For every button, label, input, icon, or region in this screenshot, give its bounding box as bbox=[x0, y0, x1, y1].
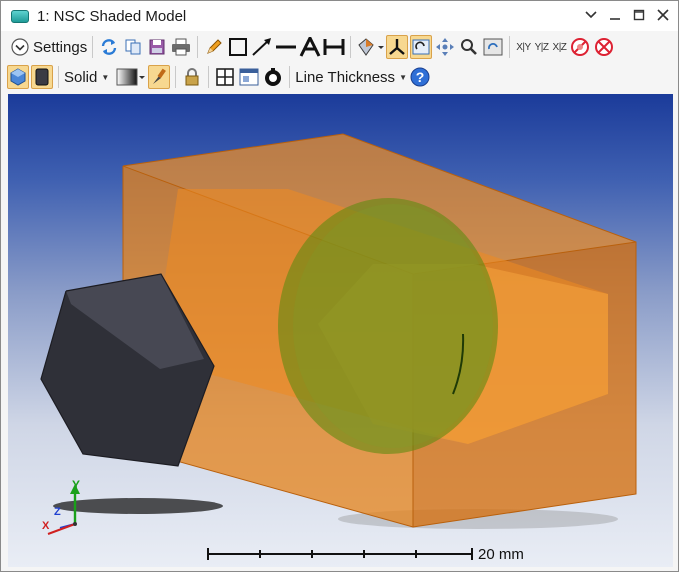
toolbar-main: Settings X|Y Y|Z X|Z bbox=[1, 32, 678, 62]
pan-icon[interactable] bbox=[434, 35, 456, 59]
rectangle-icon[interactable] bbox=[227, 35, 249, 59]
camera-view-icon[interactable] bbox=[356, 35, 385, 59]
print-icon[interactable] bbox=[170, 35, 192, 59]
shaded-model-viewport[interactable]: Y Z X 20 mm bbox=[8, 94, 673, 567]
shaded-solid-icon[interactable] bbox=[7, 65, 29, 89]
toolbar-separator bbox=[58, 66, 59, 88]
toolbar-separator bbox=[350, 36, 352, 58]
refresh-icon[interactable] bbox=[98, 35, 120, 59]
nsc-shaded-model-window: 1: NSC Shaded Model Settings X|Y Y|Z X|Z… bbox=[0, 0, 679, 572]
circular-lens bbox=[278, 198, 498, 454]
axis-label-y: Y bbox=[72, 478, 81, 492]
toolbar-separator bbox=[208, 66, 210, 88]
toolbar-separator bbox=[92, 36, 94, 58]
toolbar-separator bbox=[509, 36, 511, 58]
save-icon[interactable] bbox=[146, 35, 168, 59]
reset-view-icon[interactable] bbox=[482, 35, 504, 59]
axis-label-x: X bbox=[42, 520, 50, 532]
lock-icon[interactable] bbox=[181, 65, 203, 89]
pencil-icon[interactable] bbox=[203, 35, 225, 59]
line-thickness-label: Line Thickness bbox=[295, 68, 396, 86]
line-icon[interactable] bbox=[275, 35, 297, 59]
toolbar-separator bbox=[197, 36, 199, 58]
xy-view-button[interactable]: X|Y bbox=[516, 42, 531, 53]
axis-label-z: Z bbox=[54, 506, 61, 518]
settings-button[interactable]: Settings bbox=[33, 35, 87, 59]
settings-expand-icon[interactable] bbox=[9, 35, 31, 59]
xz-view-button[interactable]: X|Z bbox=[553, 42, 567, 53]
zoom-icon[interactable] bbox=[458, 35, 480, 59]
render-mode-value: Solid bbox=[64, 68, 98, 86]
hexagon-shadow bbox=[53, 498, 223, 514]
toolbar-separator bbox=[175, 66, 177, 88]
shaded-box-icon[interactable] bbox=[31, 65, 53, 89]
close-button[interactable] bbox=[654, 5, 672, 25]
layout-grid-icon[interactable] bbox=[214, 65, 236, 89]
rays-clear-icon[interactable] bbox=[593, 35, 615, 59]
scale-bar bbox=[207, 548, 473, 560]
arrow-line-icon[interactable] bbox=[251, 35, 273, 59]
scene-canvas bbox=[40, 133, 637, 560]
gradient-background-icon[interactable] bbox=[116, 65, 146, 89]
dropdown-arrow-icon[interactable] bbox=[582, 5, 600, 25]
toolbar-separator bbox=[289, 66, 291, 88]
text-annotation-icon[interactable] bbox=[299, 35, 321, 59]
axes-orientation-icon[interactable] bbox=[386, 35, 409, 59]
timer-icon[interactable] bbox=[262, 65, 284, 89]
line-thickness-dropdown[interactable]: Line Thickness ▼ bbox=[295, 65, 407, 89]
dimension-icon[interactable] bbox=[323, 35, 345, 59]
brush-icon[interactable] bbox=[148, 65, 171, 89]
title-bar: 1: NSC Shaded Model bbox=[1, 1, 678, 31]
chevron-down-icon: ▼ bbox=[101, 72, 110, 82]
window-layout-icon[interactable] bbox=[238, 65, 260, 89]
rotate-view-icon[interactable] bbox=[410, 35, 433, 59]
toolbar-display: Solid ▼ Line Thickness ▼ ? bbox=[1, 62, 678, 92]
yz-view-button[interactable]: Y|Z bbox=[535, 42, 549, 53]
help-icon[interactable]: ? bbox=[409, 65, 431, 89]
chevron-down-icon: ▼ bbox=[399, 72, 407, 82]
window-controls bbox=[582, 5, 672, 25]
window-app-icon bbox=[11, 9, 29, 23]
window-title: 1: NSC Shaded Model bbox=[37, 7, 187, 25]
maximize-button[interactable] bbox=[630, 5, 648, 25]
scale-bar-label: 20 mm bbox=[478, 546, 524, 563]
rays-off-icon[interactable] bbox=[569, 35, 591, 59]
copy-icon[interactable] bbox=[122, 35, 144, 59]
minimize-button[interactable] bbox=[606, 5, 624, 25]
render-mode-dropdown[interactable]: Solid ▼ bbox=[64, 65, 109, 89]
svg-text:?: ? bbox=[416, 69, 425, 85]
